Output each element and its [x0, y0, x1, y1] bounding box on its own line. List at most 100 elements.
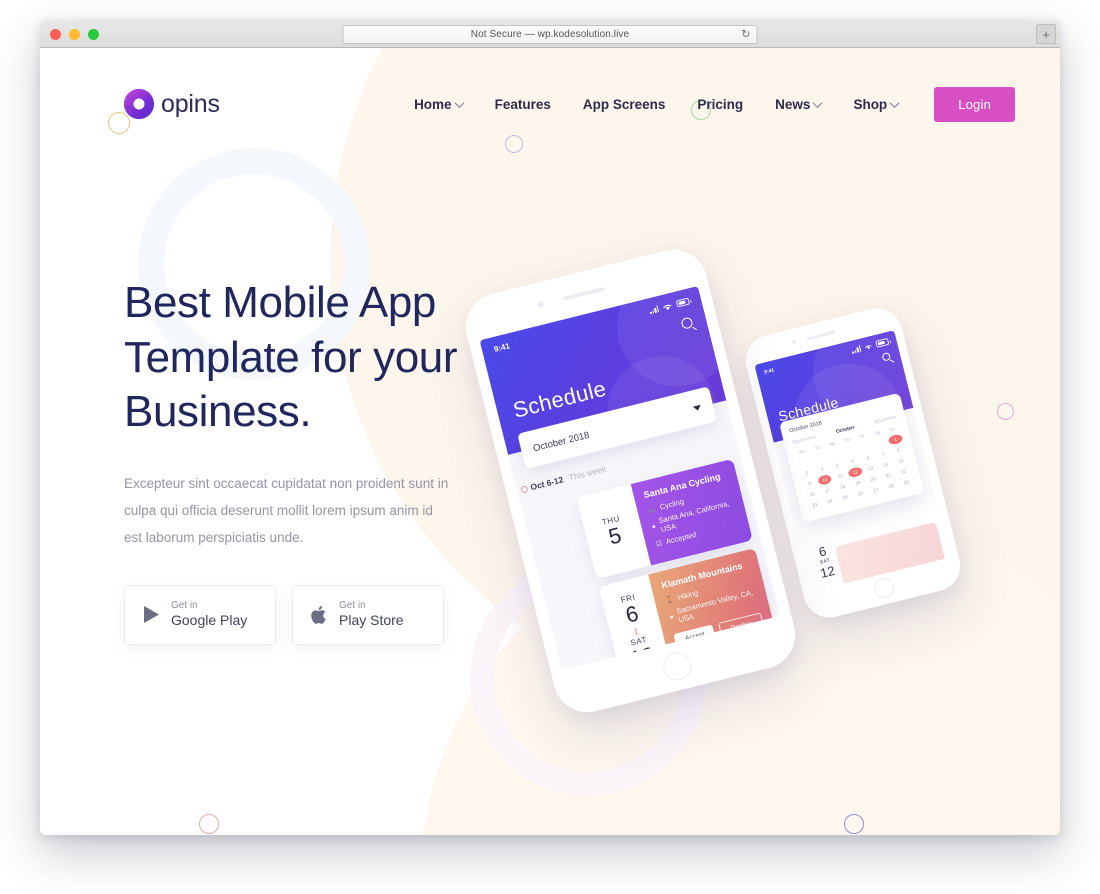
nav-label-shop: Shop — [853, 96, 888, 112]
month-select-value: October 2018 — [531, 429, 591, 454]
week-label: Oct 6-12 — [529, 474, 565, 493]
decline-button[interactable]: Decline — [718, 612, 765, 640]
signal-icon — [649, 305, 659, 315]
calendar-day-empty — [827, 449, 842, 461]
maximize-window-button[interactable] — [88, 29, 99, 40]
home-button[interactable] — [659, 649, 694, 684]
map-pin-icon: ● — [668, 613, 675, 621]
event-activity: Cycling — [658, 496, 685, 512]
event-status: Accepted — [664, 529, 698, 547]
calendar-month-october[interactable]: October — [835, 425, 855, 435]
play-store-small-label: Get in — [339, 599, 366, 611]
address-bar[interactable]: Not Secure — wp.kodesolution.live ↻ — [342, 25, 758, 44]
calendar-day-empty — [796, 456, 811, 468]
calendar-day-20[interactable]: 20 — [865, 473, 880, 485]
calendar-day-29[interactable]: 29 — [899, 476, 914, 488]
calendar-day-13[interactable]: 13 — [863, 462, 878, 474]
date-range-separator — [634, 627, 638, 635]
nav-item-shop[interactable]: Shop — [837, 97, 914, 112]
nav-label-pricing: Pricing — [697, 96, 744, 112]
week-sublabel: This week — [567, 463, 608, 483]
calendar-day-4[interactable]: 4 — [830, 459, 845, 471]
chevron-down-icon — [889, 97, 900, 108]
google-play-button[interactable]: Get in Google Play — [124, 584, 276, 645]
home-button[interactable] — [872, 576, 897, 601]
event-activity: Hiking — [676, 588, 700, 602]
apple-icon — [311, 605, 328, 625]
calendar-day-14[interactable]: 14 — [878, 459, 893, 471]
calendar-day-empty — [857, 441, 872, 453]
main-navigation: Home Features App Screens Pricing News S… — [398, 86, 1015, 122]
hiker-icon: 🚶 — [664, 595, 675, 605]
nav-item-pricing[interactable]: Pricing — [681, 97, 759, 112]
nav-item-app-screens[interactable]: App Screens — [567, 97, 682, 112]
status-time-back: 9:41 — [763, 366, 775, 376]
calendar-day-10[interactable]: 10 — [817, 473, 833, 486]
nav-item-features[interactable]: Features — [479, 97, 567, 112]
calendar-day-8[interactable]: 8 — [891, 444, 906, 456]
accept-button[interactable]: Accept — [673, 624, 717, 651]
calendar-day-25[interactable]: 25 — [838, 491, 853, 503]
calendar-day-23[interactable]: 23 — [807, 499, 822, 511]
check-box-icon: ☑ — [655, 539, 664, 549]
faded-event-card — [834, 521, 946, 588]
calendar-day-16[interactable]: 16 — [804, 488, 819, 500]
calendar-day-26[interactable]: 26 — [853, 488, 868, 500]
week-row: Oct 6-12 This week — [529, 464, 607, 493]
event-day-end: 12 — [627, 641, 658, 671]
weekday-su: Su — [888, 425, 896, 433]
browser-titlebar: Not Secure — wp.kodesolution.live ↻ + — [40, 20, 1060, 48]
new-tab-button[interactable]: + — [1036, 24, 1056, 44]
calendar-day-12[interactable]: 12 — [847, 466, 864, 479]
calendar-day-28[interactable]: 28 — [883, 480, 898, 492]
weekday-we: We — [828, 440, 837, 448]
calendar-day-9[interactable]: 9 — [802, 478, 817, 490]
weekday-tu: Tu — [814, 444, 821, 451]
weekday-sa: Sa — [873, 429, 881, 436]
map-pin-icon: ● — [650, 522, 657, 531]
phone-back-screen: 9:41 Schedule October 2018 September Oct… — [754, 330, 951, 593]
event-day: 5 — [605, 522, 624, 550]
calendar-day-11[interactable]: 11 — [832, 470, 847, 482]
url-text: Not Secure — wp.kodesolution.live — [470, 29, 630, 40]
calendar-day-24[interactable]: 24 — [822, 495, 837, 507]
calendar-day-empty — [873, 437, 888, 449]
calendar-month-september[interactable]: September — [792, 434, 817, 446]
calendar-day-21[interactable]: 21 — [881, 469, 896, 481]
calendar-day-18[interactable]: 18 — [835, 481, 850, 493]
hero-subtitle: Excepteur sint occaecat cupidatat non pr… — [124, 475, 449, 545]
calendar-day-22[interactable]: 22 — [896, 465, 911, 477]
brand-logo[interactable]: opins — [124, 89, 220, 119]
calendar-day-27[interactable]: 27 — [868, 484, 883, 496]
logo-text: opins — [161, 89, 220, 118]
calendar-day-15[interactable]: 15 — [893, 455, 908, 467]
calendar-day-2[interactable]: 2 — [799, 467, 814, 479]
chevron-down-icon — [454, 97, 465, 108]
play-store-button[interactable]: Get in Play Store — [292, 584, 444, 645]
nav-label-news: News — [775, 96, 811, 112]
calendar-day-19[interactable]: 19 — [850, 477, 865, 489]
wifi-icon — [864, 344, 872, 349]
window-controls — [50, 29, 99, 40]
login-button[interactable]: Login — [934, 86, 1015, 122]
calendar-day-empty — [842, 445, 857, 457]
minimize-window-button[interactable] — [69, 29, 80, 40]
calendar-day-3[interactable]: 3 — [814, 463, 829, 475]
chevron-down-icon — [692, 404, 702, 412]
calendar-day-17[interactable]: 17 — [820, 484, 835, 496]
hero-title: Best Mobile App Template for your Busine… — [124, 278, 458, 437]
nav-label-app-screens: App Screens — [582, 96, 666, 112]
nav-item-news[interactable]: News — [759, 97, 837, 112]
close-window-button[interactable] — [50, 29, 61, 40]
reload-icon[interactable]: ↻ — [741, 29, 750, 40]
calendar-day-1[interactable]: 1 — [887, 433, 904, 446]
front-camera-icon — [536, 300, 545, 309]
weekday-th: Th — [844, 437, 851, 444]
calendar-day-7[interactable]: 7 — [875, 448, 890, 460]
calendar-day-6[interactable]: 6 — [860, 452, 875, 464]
opins-ring-logo-icon — [124, 89, 154, 119]
calendar-month-november[interactable]: November — [874, 414, 898, 425]
calendar-day-5[interactable]: 5 — [845, 456, 860, 468]
nav-item-home[interactable]: Home — [398, 97, 479, 112]
site-header: opins Home Features App Screens Pricing … — [40, 48, 1060, 160]
